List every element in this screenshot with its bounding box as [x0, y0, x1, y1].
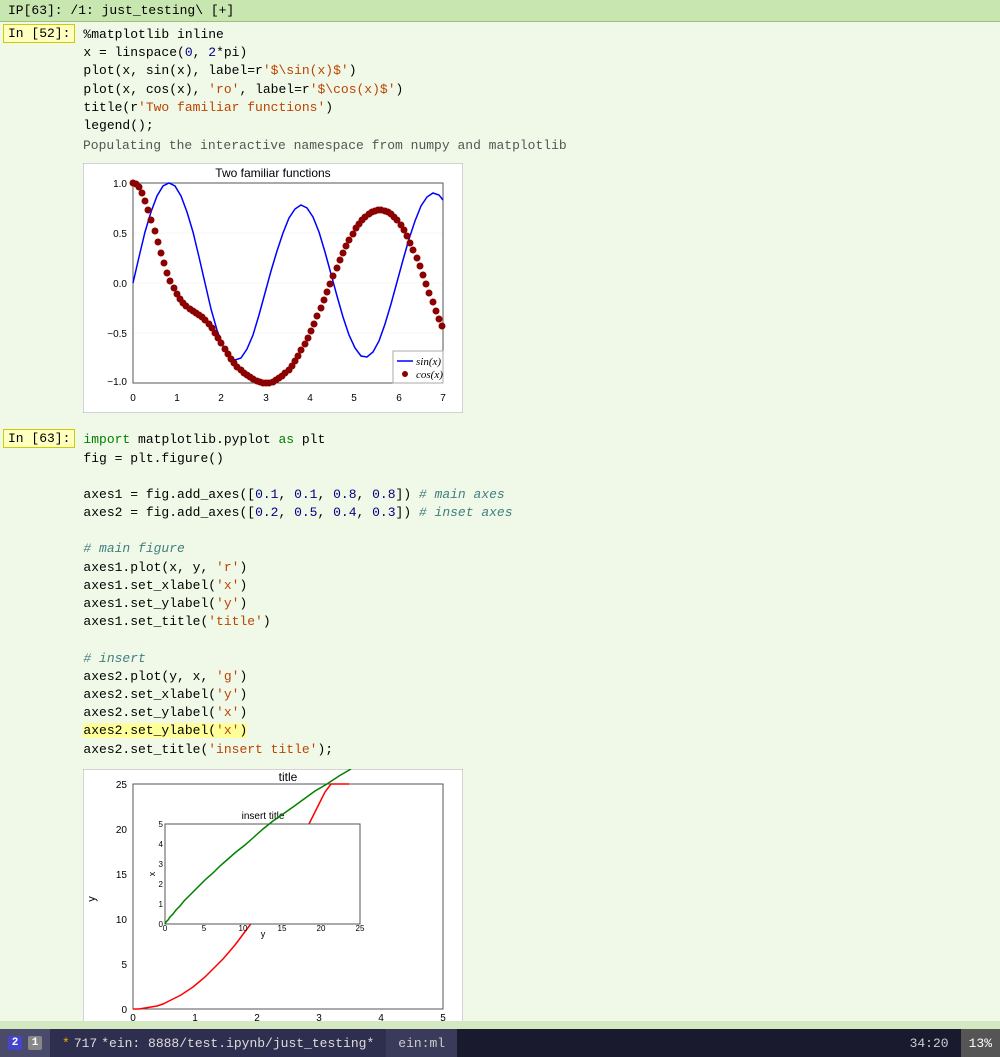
svg-text:4: 4 — [307, 393, 313, 404]
svg-text:5: 5 — [121, 960, 127, 971]
plot1-svg: Two familiar functions 1.0 0.5 0.0 −0.5 … — [83, 163, 463, 413]
plot2-svg: title y x 0 5 10 15 20 25 0 1 — [83, 769, 463, 1021]
status-right: 34:20 13% — [898, 1029, 1000, 1057]
svg-text:−1.0: −1.0 — [107, 377, 127, 388]
svg-text:15: 15 — [278, 924, 287, 933]
svg-text:5: 5 — [440, 1013, 446, 1021]
svg-text:1.0: 1.0 — [113, 179, 127, 190]
svg-text:25: 25 — [116, 780, 128, 791]
status-cell-num2: 1 — [28, 1036, 42, 1050]
notebook[interactable]: In [52]: %matplotlib inline x = linspace… — [0, 22, 1000, 1021]
plot1-container: Two familiar functions 1.0 0.5 0.0 −0.5 … — [83, 163, 463, 417]
cell-52-input: In [52]: %matplotlib inline x = linspace… — [3, 24, 1000, 137]
svg-text:10: 10 — [239, 924, 248, 933]
title-bar: IP[63]: /1: just_testing\ [+] — [0, 0, 1000, 22]
cell-63: In [63]: import matplotlib.pyplot as plt… — [0, 427, 1000, 1021]
svg-text:3: 3 — [263, 393, 269, 404]
title-text: IP[63]: /1: just_testing\ [+] — [8, 3, 234, 18]
svg-text:−0.5: −0.5 — [107, 329, 127, 340]
cell-63-input: In [63]: import matplotlib.pyplot as plt… — [3, 429, 1000, 760]
status-cell-num1: 2 — [8, 1036, 22, 1050]
plot2-ylabel: y — [86, 895, 98, 901]
svg-text:0: 0 — [163, 924, 168, 933]
status-mode: ein:ml — [386, 1029, 457, 1057]
svg-text:20: 20 — [116, 825, 128, 836]
status-filename: *ein: 8888/test.ipynb/just_testing* — [101, 1036, 374, 1051]
svg-text:sin(x): sin(x) — [416, 356, 441, 368]
cell-52-code[interactable]: %matplotlib inline x = linspace(0, 2*pi)… — [75, 24, 1000, 137]
svg-text:25: 25 — [356, 924, 365, 933]
svg-text:cos(x): cos(x) — [416, 369, 443, 381]
status-modified: * — [62, 1036, 70, 1051]
status-linecount: 717 — [74, 1036, 97, 1051]
plot2-title: title — [279, 770, 298, 784]
cell-52: In [52]: %matplotlib inline x = linspace… — [0, 22, 1000, 427]
svg-text:5: 5 — [351, 393, 357, 404]
svg-text:1: 1 — [159, 900, 164, 909]
status-bar: 2 1 * 717 *ein: 8888/test.ipynb/just_tes… — [0, 1029, 1000, 1057]
plot2-inset-xlabel: y — [261, 929, 266, 939]
status-position: 34:20 — [898, 1034, 961, 1053]
svg-text:10: 10 — [116, 915, 128, 926]
cell-52-output: Populating the interactive namespace fro… — [3, 137, 1000, 155]
svg-text:0: 0 — [130, 1013, 136, 1021]
svg-text:5: 5 — [202, 924, 207, 933]
svg-text:1: 1 — [192, 1013, 198, 1021]
cell-63-code[interactable]: import matplotlib.pyplot as plt fig = pl… — [75, 429, 1000, 760]
svg-text:4: 4 — [378, 1013, 384, 1021]
cell-63-label: In [63]: — [3, 429, 75, 448]
svg-text:3: 3 — [159, 860, 164, 869]
svg-text:2: 2 — [159, 880, 164, 889]
cell-63-pre: import matplotlib.pyplot as plt fig = pl… — [83, 431, 992, 758]
svg-text:0: 0 — [121, 1005, 127, 1016]
svg-text:6: 6 — [396, 393, 402, 404]
plot1-title: Two familiar functions — [215, 166, 330, 180]
plot2-xlabel: x — [285, 1018, 291, 1021]
svg-text:2: 2 — [218, 393, 224, 404]
svg-text:20: 20 — [317, 924, 326, 933]
svg-text:0.5: 0.5 — [113, 229, 127, 240]
svg-text:0: 0 — [130, 393, 136, 404]
status-mode-text: ein:ml — [398, 1036, 445, 1051]
svg-text:5: 5 — [159, 820, 164, 829]
cell-52-pre: %matplotlib inline x = linspace(0, 2*pi)… — [83, 26, 992, 135]
svg-text:3: 3 — [316, 1013, 322, 1021]
status-file-info: * 717 *ein: 8888/test.ipynb/just_testing… — [50, 1029, 386, 1057]
svg-text:2: 2 — [254, 1013, 260, 1021]
svg-text:4: 4 — [159, 840, 164, 849]
svg-text:7: 7 — [440, 393, 446, 404]
plot2-inset-ylabel: x — [147, 871, 157, 876]
svg-text:0.0: 0.0 — [113, 279, 127, 290]
cell-52-label: In [52]: — [3, 24, 75, 43]
status-cell-numbers: 2 1 — [0, 1029, 50, 1057]
svg-text:1: 1 — [174, 393, 180, 404]
plot2-container: title y x 0 5 10 15 20 25 0 1 — [83, 769, 463, 1021]
svg-text:15: 15 — [116, 870, 128, 881]
status-percent: 13% — [961, 1029, 1000, 1057]
